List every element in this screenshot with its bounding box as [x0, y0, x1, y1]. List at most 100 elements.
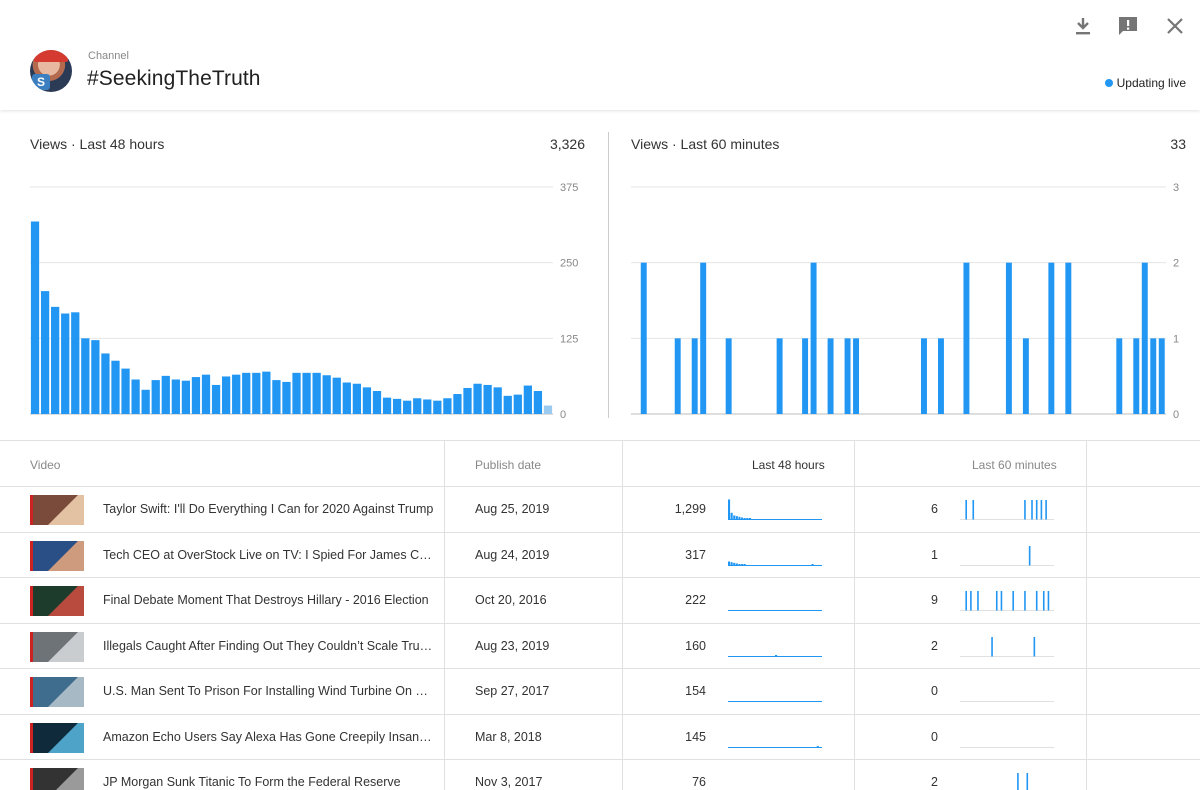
table-row[interactable]: U.S. Man Sent To Prison For Installing W…	[0, 669, 1200, 715]
chart-bar[interactable]	[51, 306, 60, 414]
chart-bar[interactable]	[61, 313, 70, 414]
chart-bar[interactable]	[810, 262, 817, 414]
chart-bar[interactable]	[674, 338, 681, 414]
chart-bar[interactable]	[272, 380, 281, 414]
chart-bar[interactable]	[802, 338, 809, 414]
chart-bar[interactable]	[453, 394, 462, 414]
table-row[interactable]: Amazon Echo Users Say Alexa Has Gone Cre…	[0, 715, 1200, 760]
chart-bar[interactable]	[513, 394, 522, 414]
col-last-60-minutes[interactable]: Last 60 minutes	[972, 458, 1057, 472]
chart-bar[interactable]	[543, 405, 553, 414]
chart-bar[interactable]	[302, 372, 311, 414]
chart-bar[interactable]	[211, 384, 221, 414]
video-title[interactable]: Amazon Echo Users Say Alexa Has Gone Cre…	[103, 730, 435, 744]
video-thumbnail[interactable]	[30, 540, 84, 571]
chart-bar[interactable]	[252, 372, 261, 414]
chart-bar[interactable]	[222, 376, 231, 414]
chart-bar[interactable]	[523, 385, 532, 414]
chart-bar[interactable]	[725, 338, 732, 414]
video-title[interactable]: U.S. Man Sent To Prison For Installing W…	[103, 684, 435, 698]
chart-bar[interactable]	[91, 340, 100, 414]
video-thumbnail[interactable]	[30, 768, 84, 790]
video-thumbnail[interactable]	[30, 586, 84, 616]
chart-bar[interactable]	[121, 368, 130, 414]
col-last-48-hours[interactable]: Last 48 hours	[752, 458, 825, 472]
chart-bar[interactable]	[937, 338, 944, 414]
video-title[interactable]: Final Debate Moment That Destroys Hillar…	[103, 593, 435, 607]
chart-bar[interactable]	[332, 377, 341, 414]
chart-bar[interactable]	[473, 383, 482, 414]
chart-bar[interactable]	[151, 380, 160, 414]
chart-bar[interactable]	[71, 312, 80, 414]
chart-bar[interactable]	[776, 338, 783, 414]
chart-bar[interactable]	[1133, 338, 1140, 414]
chart-bar[interactable]	[352, 383, 361, 414]
video-thumbnail[interactable]	[30, 631, 84, 662]
chart-bar[interactable]	[483, 384, 492, 414]
chart-bar[interactable]	[101, 353, 110, 414]
chart-bar[interactable]	[181, 380, 191, 414]
chart-bar[interactable]	[433, 400, 442, 414]
download-icon[interactable]	[1071, 14, 1095, 38]
chart-bar[interactable]	[1048, 262, 1055, 414]
chart-bar[interactable]	[30, 221, 40, 414]
close-icon[interactable]	[1163, 14, 1187, 38]
chart-bar[interactable]	[1150, 338, 1157, 414]
chart-bar[interactable]	[40, 291, 50, 414]
feedback-icon[interactable]	[1116, 14, 1140, 38]
chart-bar[interactable]	[292, 372, 301, 414]
table-row[interactable]: Illegals Caught After Finding Out They C…	[0, 624, 1200, 669]
chart-bar[interactable]	[322, 375, 331, 414]
chart-bar[interactable]	[141, 389, 150, 414]
chart-bar[interactable]	[362, 387, 372, 414]
chart-bar[interactable]	[640, 262, 647, 414]
video-title[interactable]: Illegals Caught After Finding Out They C…	[103, 639, 435, 653]
chart-bar[interactable]	[443, 398, 452, 414]
chart-bar[interactable]	[1116, 338, 1123, 414]
chart-bar[interactable]	[503, 395, 512, 414]
video-title[interactable]: JP Morgan Sunk Titanic To Form the Feder…	[103, 775, 435, 789]
video-thumbnail[interactable]	[30, 722, 84, 753]
chart-bar[interactable]	[382, 397, 392, 414]
chart-bar[interactable]	[232, 374, 241, 414]
chart-bar[interactable]	[1005, 262, 1012, 414]
chart-bar[interactable]	[191, 377, 201, 414]
col-publish-date[interactable]: Publish date	[475, 458, 541, 472]
chart-bar[interactable]	[282, 381, 291, 414]
chart-bar[interactable]	[372, 390, 382, 414]
chart-bar[interactable]	[1065, 262, 1072, 414]
table-row[interactable]: Final Debate Moment That Destroys Hillar…	[0, 578, 1200, 624]
chart-bar[interactable]	[827, 338, 834, 414]
chart-bar[interactable]	[161, 375, 170, 414]
table-row[interactable]: JP Morgan Sunk Titanic To Form the Feder…	[0, 760, 1200, 790]
video-thumbnail[interactable]	[30, 495, 84, 525]
chart-bar[interactable]	[1022, 338, 1029, 414]
table-row[interactable]: Taylor Swift: I'll Do Everything I Can f…	[0, 487, 1200, 533]
chart-bar[interactable]	[131, 379, 140, 414]
chart-bar[interactable]	[844, 338, 851, 414]
chart-bar[interactable]	[463, 387, 472, 414]
chart-bar[interactable]	[1158, 338, 1165, 414]
chart-bar[interactable]	[201, 374, 211, 414]
chart-bar[interactable]	[853, 338, 860, 414]
chart-bar[interactable]	[413, 398, 422, 414]
chart-bar[interactable]	[921, 338, 927, 414]
chart-bar[interactable]	[171, 379, 180, 414]
chart-bar[interactable]	[700, 262, 707, 414]
chart-bar[interactable]	[963, 262, 970, 414]
video-thumbnail[interactable]	[30, 677, 84, 707]
chart-bar[interactable]	[423, 399, 432, 414]
chart-bar[interactable]	[342, 382, 351, 414]
video-title[interactable]: Taylor Swift: I'll Do Everything I Can f…	[103, 502, 435, 516]
table-row[interactable]: Tech CEO at OverStock Live on TV: I Spie…	[0, 533, 1200, 578]
chart-bar[interactable]	[493, 387, 502, 414]
chart-bar[interactable]	[242, 372, 251, 414]
chart-bar[interactable]	[403, 400, 412, 414]
chart-bar[interactable]	[1141, 262, 1148, 414]
chart-bar[interactable]	[81, 338, 90, 414]
chart-bar[interactable]	[111, 360, 120, 414]
chart-bar[interactable]	[533, 390, 543, 414]
chart-bar[interactable]	[392, 398, 402, 414]
video-title[interactable]: Tech CEO at OverStock Live on TV: I Spie…	[103, 548, 435, 562]
chart-bar[interactable]	[262, 371, 271, 414]
